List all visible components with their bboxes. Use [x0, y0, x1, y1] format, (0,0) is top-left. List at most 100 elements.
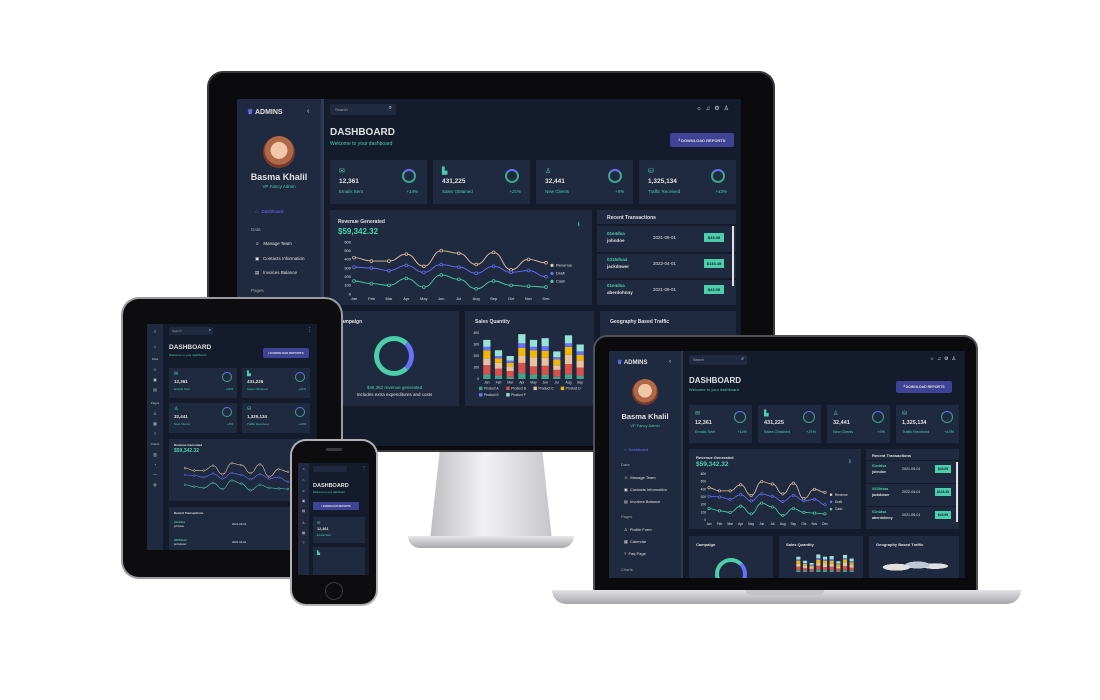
- phone-speaker: [326, 448, 342, 451]
- bar-segment: [483, 339, 491, 347]
- download-icon: ⭳: [268, 350, 270, 355]
- bar-segment: [849, 564, 854, 568]
- more-icon[interactable]: ⋮: [362, 465, 366, 470]
- stat-label: Sales Obtained: [247, 387, 268, 391]
- data-point: [268, 486, 271, 489]
- person-icon[interactable]: ♙: [952, 356, 959, 362]
- revenue-panel: Revenue Generated $59,342.32 ⭳ 0 100 200 30…: [330, 210, 592, 305]
- transaction-user: aberdohnny: [607, 290, 633, 295]
- data-point: [739, 504, 743, 508]
- data-point: [258, 483, 262, 486]
- transaction-user: johndoe: [174, 524, 184, 528]
- collapse-menu-icon[interactable]: ‹: [669, 359, 671, 365]
- bar-segment: [541, 346, 549, 351]
- sales-quantity-panel: Sales Quantity: [779, 536, 863, 578]
- download-reports-button[interactable]: ⭳ DOWNLOAD REPORTS: [896, 381, 952, 393]
- stat-change: +43%: [298, 422, 306, 426]
- transaction-user: jackdower: [174, 542, 187, 546]
- search-bar[interactable]: [313, 466, 347, 472]
- person-icon[interactable]: ♙: [298, 521, 309, 525]
- sidebar-item-dashboard[interactable]: ⌂ Dashboard: [624, 447, 648, 452]
- search-icon[interactable]: ⌕: [209, 327, 211, 332]
- line-chart-icon[interactable]: 〰: [147, 472, 163, 478]
- x-tick-label: Jun: [759, 522, 764, 526]
- search-bar[interactable]: Search ⌕: [169, 327, 213, 335]
- sidebar-item-dashboard[interactable]: ⌂ Dashboard: [255, 209, 284, 214]
- stat-card-sales: ▙: [313, 547, 365, 575]
- data-point: [544, 285, 548, 289]
- stat-value: 12,361: [339, 178, 359, 185]
- transaction-date: 2022-04-01: [902, 490, 921, 494]
- help-icon[interactable]: ?: [298, 541, 309, 545]
- x-tick-label: Mar: [507, 380, 514, 384]
- people-icon[interactable]: ☺: [147, 367, 163, 372]
- settings-icon[interactable]: ⚙: [944, 356, 951, 362]
- download-reports-button[interactable]: ⭳ DOWNLOAD REPORTS: [313, 502, 359, 510]
- phone-home-button[interactable]: [325, 582, 343, 600]
- search-icon[interactable]: ⌕: [389, 105, 392, 112]
- data-point: [781, 513, 785, 517]
- help-icon: ?: [624, 551, 627, 556]
- home-icon[interactable]: ⌂: [147, 344, 163, 349]
- menu-icon[interactable]: ≡: [147, 329, 163, 334]
- contacts-icon[interactable]: ▣: [298, 499, 309, 503]
- download-icon[interactable]: ⭳: [578, 220, 580, 231]
- calendar-icon[interactable]: ▦: [298, 531, 309, 535]
- people-icon[interactable]: ☺: [298, 489, 309, 493]
- contacts-icon[interactable]: ▣: [147, 377, 163, 382]
- home-icon[interactable]: ⌂: [298, 478, 309, 482]
- transactions-scrollbar[interactable]: [732, 226, 734, 286]
- person-icon[interactable]: ♙: [147, 411, 163, 416]
- search-input[interactable]: Search: [335, 107, 348, 112]
- x-tick-label: Nov: [812, 522, 818, 526]
- search-icon[interactable]: ⌕: [741, 356, 744, 362]
- settings-icon[interactable]: ⚙: [714, 106, 723, 112]
- laptop-notch: [746, 590, 824, 595]
- sidebar-item-profile[interactable]: ♙ Profile Form: [624, 527, 652, 532]
- data-point: [770, 482, 774, 486]
- geography-title: Geography Based Traffic: [610, 319, 670, 325]
- help-icon[interactable]: ?: [147, 431, 163, 436]
- transaction-cost: $43.95: [704, 285, 724, 294]
- stat-label: Sales Obtained: [764, 430, 790, 434]
- pie-chart-icon[interactable]: ◔: [147, 462, 163, 467]
- transactions-scrollbar[interactable]: [956, 462, 958, 522]
- more-icon[interactable]: ⋮: [307, 327, 312, 333]
- sidebar-item-team[interactable]: ☺ Manage Team: [624, 475, 656, 480]
- download-reports-button[interactable]: ⭳ DOWNLOAD REPORTS: [670, 133, 734, 147]
- revenue-line-chart: [183, 462, 290, 492]
- menu-icon[interactable]: ≡: [298, 467, 309, 471]
- search-bar[interactable]: Search ⌕: [689, 355, 747, 365]
- sidebar-item-calendar[interactable]: ▦ Calendar: [624, 539, 646, 544]
- stat-value: 32,441: [833, 420, 850, 426]
- data-point: [240, 482, 243, 485]
- download-reports-button[interactable]: ⭳ DOWNLOAD REPORTS: [263, 348, 309, 358]
- sidebar-item-contacts[interactable]: ▣ Contacts Information: [624, 487, 667, 492]
- person-icon[interactable]: ♙: [724, 106, 733, 112]
- stat-label: Emails Sent: [339, 189, 364, 194]
- collapse-menu-icon[interactable]: ‹: [307, 108, 309, 115]
- sidebar-item-invoices[interactable]: ▤ Invoices Balance: [624, 499, 660, 504]
- data-point: [802, 510, 806, 514]
- search-input[interactable]: Search: [693, 358, 704, 362]
- calendar-icon[interactable]: ▦: [147, 421, 163, 426]
- search-bar[interactable]: Search ⌕: [330, 104, 396, 115]
- download-icon[interactable]: ⭳: [849, 457, 851, 467]
- receipt-icon[interactable]: ▤: [298, 509, 309, 513]
- search-input[interactable]: Search: [172, 329, 182, 333]
- light-mode-icon[interactable]: ☼: [696, 106, 706, 112]
- receipt-icon[interactable]: ▤: [147, 387, 163, 392]
- stat-value: 12,361: [317, 527, 329, 531]
- responsive-mockup: ♛ ADMINS ‹ Basma Khalil VP Fancy Admin ⌂…: [0, 0, 1100, 700]
- map-icon[interactable]: ◍: [147, 482, 163, 487]
- bar-chart-icon[interactable]: ▥: [147, 452, 163, 457]
- bar-segment: [483, 374, 491, 379]
- y-tick-label: 400: [701, 487, 707, 491]
- sidebar-item-team[interactable]: ☺ Manage Team: [255, 241, 292, 246]
- sidebar-item-contacts[interactable]: ▣ Contacts Information: [255, 256, 305, 262]
- notifications-icon[interactable]: ♫: [706, 106, 715, 112]
- stat-value: 12,361: [695, 420, 712, 426]
- sidebar-item-faq[interactable]: ? Faq Page: [624, 551, 646, 556]
- data-point: [193, 485, 196, 488]
- sidebar-item-invoices[interactable]: ▤ Invoices Balance: [255, 270, 297, 276]
